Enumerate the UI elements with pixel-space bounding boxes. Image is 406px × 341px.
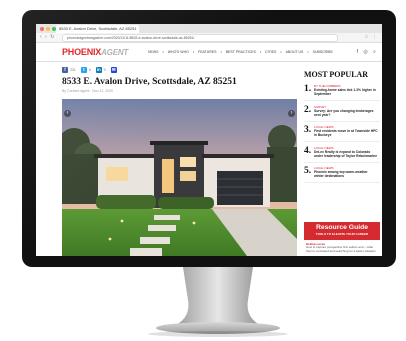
- most-popular-item[interactable]: 3. Local News First residents move in at…: [304, 124, 380, 143]
- facebook-icon[interactable]: f: [62, 67, 68, 73]
- nav-item-best-practices[interactable]: BEST PRACTICES: [226, 50, 256, 54]
- item-headline[interactable]: First residents move in at Townside HPC …: [314, 129, 378, 137]
- item-headline[interactable]: DeLex Realty is expand to Colorado under…: [314, 150, 378, 158]
- linkedin-share-count: 0: [103, 68, 106, 72]
- browser-address-bar: ‹ › ↻ phoenixagentmagazine.com/2020/11/1…: [36, 33, 382, 43]
- close-window-icon[interactable]: [40, 27, 44, 31]
- email-icon[interactable]: ✉: [110, 67, 117, 73]
- resource-guide-title: Resource Guide: [315, 224, 369, 231]
- item-headline[interactable]: Survey: Are you changing brokerages next…: [314, 109, 378, 117]
- next-image-icon[interactable]: ›: [288, 110, 295, 117]
- browser-tab-bar: 8533 E. Avalon Drive, Scottsdale, AZ 852…: [36, 24, 382, 33]
- item-rank: 2.: [304, 104, 312, 115]
- browser-tab[interactable]: 8533 E. Avalon Drive, Scottsdale, AZ 852…: [56, 25, 139, 33]
- most-popular-item[interactable]: 4. Local News DeLex Realty is expand to …: [304, 145, 380, 163]
- nav-item-about-us[interactable]: ABOUT US: [286, 50, 304, 54]
- logo-sub: AGENT: [101, 48, 129, 57]
- nav-item-features[interactable]: FEATURES: [198, 50, 216, 54]
- minimize-window-icon[interactable]: [46, 27, 50, 31]
- linkedin-icon[interactable]: in: [95, 67, 102, 73]
- item-rank: 3.: [304, 125, 312, 136]
- previous-image-icon[interactable]: ‹: [64, 110, 71, 117]
- most-popular-heading: MOST POPULAR: [304, 70, 369, 79]
- nav-item-subscribe[interactable]: SUBSCRIBE: [313, 50, 333, 54]
- item-rank: 4.: [304, 145, 312, 156]
- item-rank: 5.: [304, 166, 312, 177]
- item-headline[interactable]: Phoenix among top warm-weather winter de…: [314, 170, 378, 178]
- house-photo: [62, 99, 297, 256]
- most-popular-item[interactable]: 5. Local News Phoenix among top warm-wea…: [304, 165, 380, 184]
- facebook-share-count: 231: [70, 68, 76, 72]
- most-popular-sidebar: MOST POPULAR 1. By the Numbers Existing-…: [304, 70, 380, 186]
- monitor-screen: 8533 E. Avalon Drive, Scottsdale, AZ 852…: [36, 24, 382, 256]
- item-headline[interactable]: Existing-home sales tick 1.3% higher in …: [314, 88, 378, 96]
- site-header: PHOENIXAGENT NEWS • WHO'S WHO • FEATURES • …: [36, 43, 382, 62]
- nav-item-whos-who[interactable]: WHO'S WHO: [168, 50, 189, 54]
- twitter-icon[interactable]: t: [80, 67, 87, 73]
- most-popular-item[interactable]: 1. By the Numbers Existing-home sales ti…: [304, 83, 380, 101]
- most-popular-item[interactable]: 2. Survey Survey: Are you changing broke…: [304, 104, 380, 122]
- url-field[interactable]: phoenixagentmagazine.com/2020/11/11/8533…: [62, 34, 338, 42]
- window-controls: [40, 27, 56, 31]
- resource-guide-subtitle: TOOLS TO ELEVATE YOUR CAREER: [315, 232, 369, 236]
- item-rank: 1.: [304, 84, 312, 94]
- share-bar: f 231 t 6 in 0 ✉: [62, 67, 117, 73]
- nav-item-cities[interactable]: CITIES: [265, 50, 276, 54]
- twitter-share-count: 6: [88, 68, 91, 72]
- logo-main: PHOENIX: [62, 47, 102, 57]
- article-byline: By Content Agent · Nov 11, 2020: [62, 89, 113, 93]
- nav-item-news[interactable]: NEWS: [148, 50, 159, 54]
- promo-text: How to capture prospective first sellers…: [306, 245, 376, 253]
- monitor-bezel: 8533 E. Avalon Drive, Scottsdale, AZ 852…: [22, 10, 396, 267]
- article-title: 8533 E. Avalon Drive, Scottsdale, AZ 852…: [62, 77, 237, 87]
- back-forward-icon[interactable]: ‹ › ↻: [40, 34, 55, 40]
- browser-toolbar-icons[interactable]: ☆ ⋮: [364, 34, 378, 40]
- main-nav: NEWS • WHO'S WHO • FEATURES • BEST PRACTICE…: [148, 50, 333, 54]
- sidebar-promo[interactable]: Hellow Lucas How to capture prospective …: [306, 242, 378, 254]
- resource-guide-banner[interactable]: Resource Guide TOOLS TO ELEVATE YOUR CAR…: [304, 222, 380, 240]
- header-social-icons[interactable]: f ◎ ⌕: [357, 49, 378, 55]
- site-logo[interactable]: PHOENIXAGENT: [62, 47, 128, 57]
